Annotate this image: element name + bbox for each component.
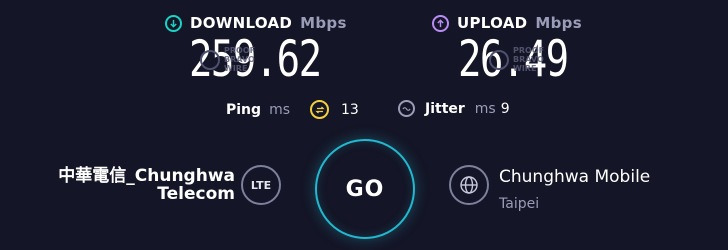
server-location: Taipei bbox=[499, 196, 540, 212]
provider-line-2: Telecom bbox=[157, 184, 235, 204]
watermark-logo: PROOF BRAVO WIRE bbox=[489, 46, 544, 73]
watermark-text: PROOF bbox=[513, 46, 545, 55]
globe-icon[interactable] bbox=[449, 165, 489, 205]
download-arrow-icon bbox=[165, 14, 182, 32]
lte-badge: LTE bbox=[241, 165, 281, 205]
watermark-logo: PROOF BRAVO WIRE bbox=[200, 46, 255, 73]
ping-label: Ping bbox=[226, 101, 262, 118]
server-info[interactable]: Chunghwa Mobile Taipei bbox=[499, 167, 650, 212]
ping-row: Ping ms 13 bbox=[226, 100, 359, 119]
watermark-icon bbox=[200, 49, 220, 70]
jitter-unit: ms bbox=[474, 100, 496, 117]
ping-value: 13 bbox=[341, 101, 359, 118]
provider-name: 中華電信_Chunghwa Telecom bbox=[58, 167, 235, 203]
watermark-icon bbox=[489, 49, 509, 70]
watermark-text: BRAVO bbox=[513, 55, 544, 64]
watermark-text: PROOF bbox=[224, 46, 256, 55]
server-name: Chunghwa Mobile bbox=[499, 167, 651, 187]
lte-label: LTE bbox=[250, 178, 272, 192]
provider-line-1: 中華電信_Chunghwa bbox=[58, 166, 235, 186]
ping-icon bbox=[310, 100, 329, 119]
jitter-icon bbox=[398, 100, 415, 117]
ping-unit: ms bbox=[269, 101, 290, 118]
jitter-row: Jitter ms 9 bbox=[398, 100, 510, 117]
upload-arrow-icon bbox=[432, 14, 449, 32]
jitter-label: Jitter bbox=[425, 100, 465, 117]
go-label: GO bbox=[345, 176, 385, 202]
watermark-text: WIRE bbox=[513, 64, 537, 73]
watermark-text: BRAVO bbox=[224, 55, 255, 64]
go-button[interactable]: GO bbox=[315, 139, 415, 239]
jitter-value: 9 bbox=[500, 100, 510, 117]
watermark-text: WIRE bbox=[224, 64, 248, 73]
